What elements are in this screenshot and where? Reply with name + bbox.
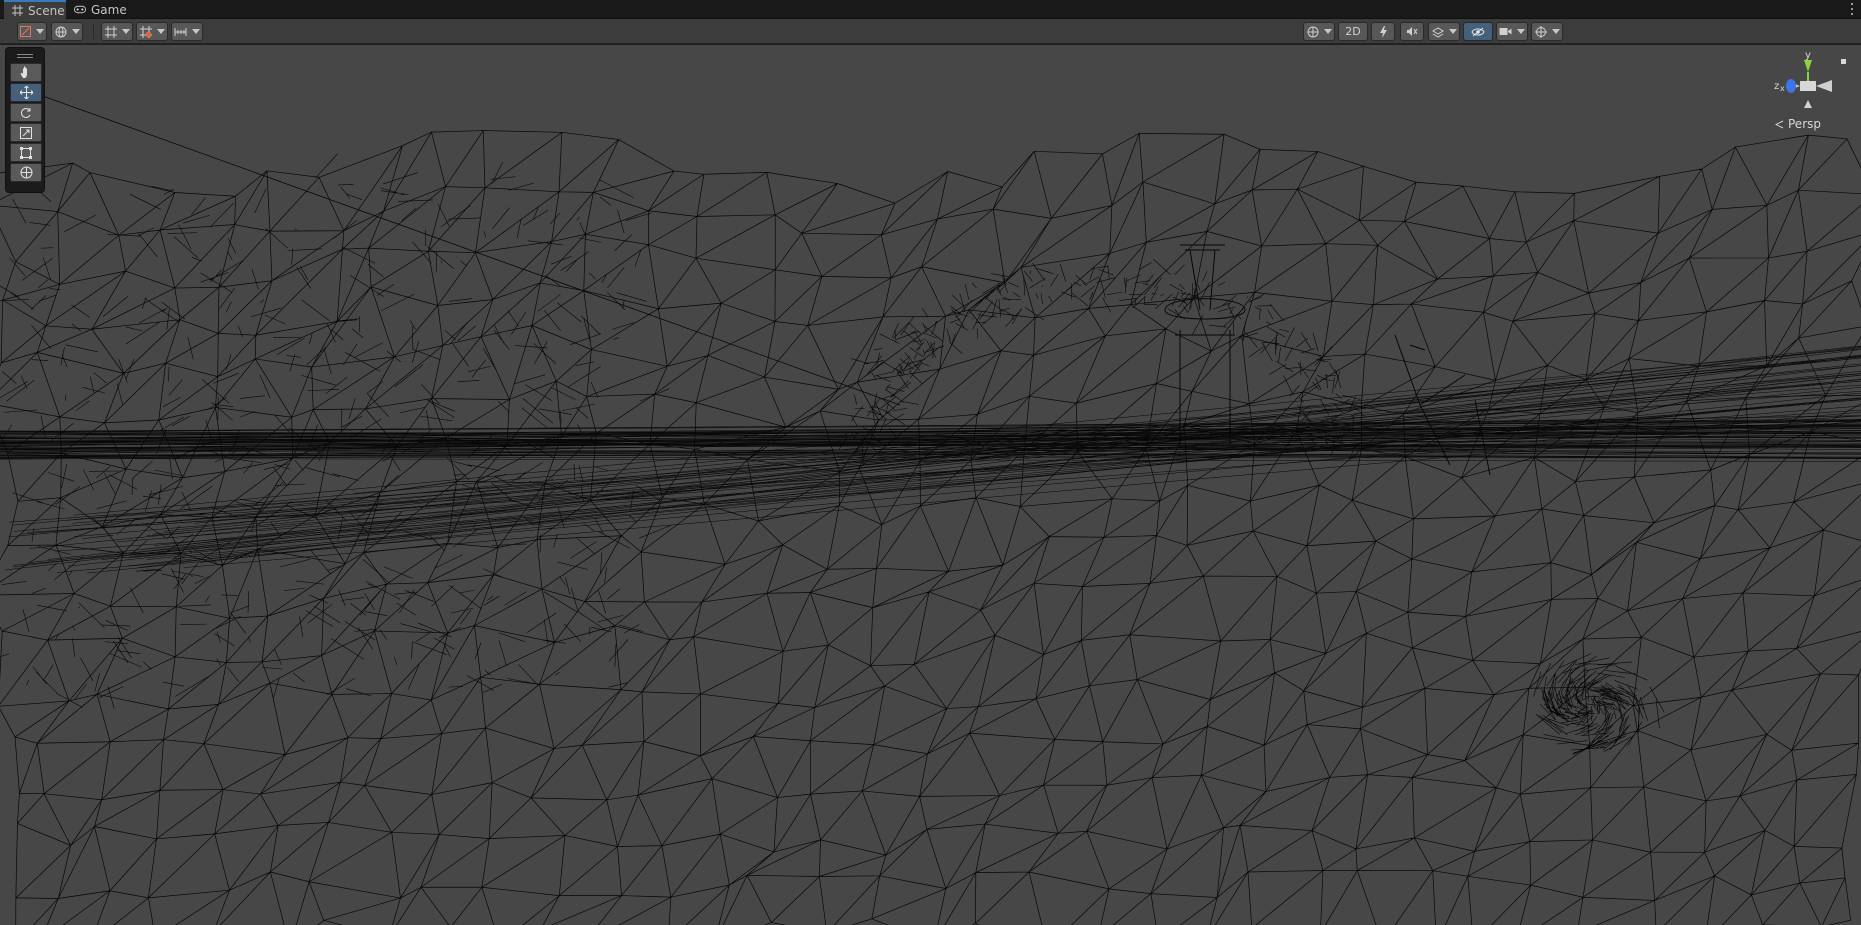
- orientation-button[interactable]: [1303, 22, 1335, 41]
- audio-toggle-button[interactable]: [1400, 22, 1424, 41]
- projection-toggle[interactable]: Persp: [1775, 117, 1821, 131]
- lighting-icon: [1379, 25, 1387, 38]
- transform-tool-button[interactable]: [10, 163, 42, 182]
- move-arrows-icon: [19, 86, 33, 99]
- orientation-icon: [1307, 26, 1318, 37]
- ruler-icon: [174, 27, 187, 36]
- rect-transform-icon: [20, 146, 32, 159]
- grid-visibility-button[interactable]: [136, 22, 168, 41]
- gamepad-icon: [74, 4, 86, 16]
- scale-icon: [20, 126, 32, 139]
- orientation-gizmo[interactable]: y z x: [1760, 50, 1856, 150]
- hidden-eye-icon: [1471, 27, 1485, 36]
- draw-mode-icon: [20, 26, 31, 37]
- audio-mute-icon: [1407, 27, 1418, 36]
- lighting-toggle-button[interactable]: [1371, 22, 1395, 41]
- grid-snap-icon: [104, 25, 117, 38]
- gizmo-z-label: z: [1774, 81, 1779, 92]
- scene-visibility-button[interactable]: [1463, 22, 1493, 41]
- toggle-2d-button[interactable]: 2D: [1338, 22, 1368, 41]
- render-settings-button[interactable]: [51, 22, 83, 41]
- effects-layers-icon: [1431, 26, 1444, 38]
- tab-bar: Scene Game: [0, 0, 1861, 19]
- grid-icon: [12, 5, 23, 17]
- tab-game[interactable]: Game: [66, 0, 128, 19]
- more-options-icon[interactable]: [1849, 2, 1855, 16]
- perspective-icon: [1775, 120, 1784, 128]
- tool-palette-grip[interactable]: [10, 50, 40, 62]
- camera-icon: [1499, 28, 1512, 35]
- grid-snap-button[interactable]: [101, 22, 133, 41]
- scale-tool-button[interactable]: [10, 123, 42, 142]
- scene-toolbar: 2D: [0, 19, 1861, 44]
- increment-snap-button[interactable]: [171, 22, 203, 41]
- grid-color-icon: [139, 25, 152, 38]
- transform-icon: [20, 166, 32, 179]
- effects-button[interactable]: [1428, 22, 1460, 41]
- tool-palette: [5, 47, 45, 193]
- projection-label: Persp: [1788, 117, 1821, 131]
- gizmos-button[interactable]: [1531, 22, 1563, 41]
- z-axis-cone[interactable]: [1786, 79, 1796, 93]
- tab-game-label: Game: [91, 2, 127, 17]
- toggle-2d-label: 2D: [1345, 25, 1361, 38]
- rect-tool-button[interactable]: [10, 143, 42, 162]
- wireframe-scene: [0, 94, 1861, 925]
- y-axis-cone[interactable]: [1804, 60, 1812, 72]
- hand-tool-button[interactable]: [10, 63, 42, 82]
- gizmo-x-label: x: [1780, 84, 1785, 93]
- scene-camera-button[interactable]: [1496, 22, 1528, 41]
- gizmos-icon: [1534, 25, 1547, 38]
- scene-viewport[interactable]: y z x Persp: [0, 45, 1861, 925]
- tab-scene-label: Scene: [28, 3, 65, 18]
- rotate-icon: [20, 107, 31, 118]
- draw-mode-button[interactable]: [17, 22, 47, 41]
- rotate-tool-button[interactable]: [10, 103, 42, 122]
- globe-icon: [55, 26, 66, 37]
- tab-scene[interactable]: Scene: [4, 0, 66, 19]
- gizmo-y-label: y: [1805, 50, 1811, 61]
- move-tool-button[interactable]: [10, 83, 42, 102]
- hand-icon: [20, 66, 27, 78]
